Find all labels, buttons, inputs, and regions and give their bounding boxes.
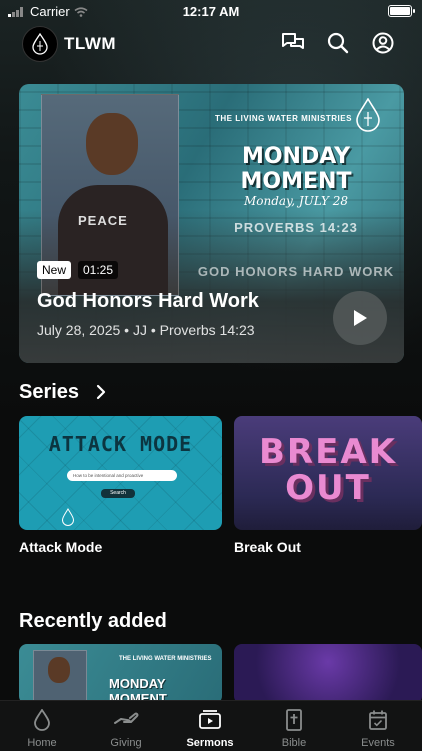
recent-item-card[interactable]: THE LIVING WATER MINISTRIES MONDAY MOMEN… bbox=[19, 644, 222, 704]
giving-hand-icon bbox=[84, 709, 168, 731]
play-button[interactable] bbox=[333, 291, 387, 345]
featured-sermon-title: God Honors Hard Work bbox=[37, 290, 259, 312]
artwork-subtitle: GOD HONORS HARD WORK bbox=[197, 264, 395, 279]
tab-events[interactable]: Events bbox=[336, 701, 420, 751]
app-header: TLWM bbox=[0, 24, 422, 64]
recent-item-card[interactable] bbox=[234, 644, 422, 704]
drop-logo-icon bbox=[32, 33, 48, 55]
artwork-search-bar: How to be intentional and proactive bbox=[67, 470, 177, 481]
tab-bible[interactable]: Bible bbox=[252, 701, 336, 751]
tab-sermons[interactable]: Sermons bbox=[168, 701, 252, 751]
tab-bar: Home Giving Sermons Bible Events bbox=[0, 700, 422, 751]
duration-badge: 01:25 bbox=[78, 261, 119, 279]
featured-sermon-card[interactable]: PEACE THE LIVING WATER MINISTRIES MONDAY… bbox=[19, 84, 404, 363]
series-card-attack-mode[interactable]: ATTACK MODE How to be intentional and pr… bbox=[19, 416, 222, 530]
artwork-verse: PROVERBS 14:23 bbox=[234, 220, 358, 235]
calendar-icon bbox=[336, 709, 420, 731]
drop-icon bbox=[0, 709, 84, 731]
artwork-title: MONDAY MOMENT bbox=[240, 144, 352, 194]
series-artwork-title-line2: OUT bbox=[285, 468, 371, 508]
bible-icon bbox=[252, 709, 336, 731]
shirt-text: PEACE bbox=[78, 213, 128, 228]
play-box-icon bbox=[168, 709, 252, 731]
search-icon[interactable] bbox=[325, 30, 351, 56]
series-artwork-title-line1: BREAK bbox=[259, 432, 397, 472]
series-label[interactable]: Break Out bbox=[234, 539, 301, 555]
profile-icon[interactable] bbox=[370, 30, 396, 56]
tab-label: Giving bbox=[110, 737, 142, 749]
drop-logo-icon bbox=[355, 97, 381, 137]
artwork-search-button: Search bbox=[101, 489, 135, 498]
app-title: TLWM bbox=[64, 34, 117, 53]
artwork-ministry-name: THE LIVING WATER MINISTRIES bbox=[215, 114, 352, 123]
artwork-date: Monday, JULY 28 bbox=[243, 194, 349, 208]
series-card-break-out[interactable]: BREAK OUT bbox=[234, 416, 422, 530]
recently-added-heading: Recently added bbox=[19, 610, 167, 632]
featured-sermon-meta: July 28, 2025 • JJ • Proverbs 14:23 bbox=[37, 322, 255, 338]
tab-label: Events bbox=[361, 737, 395, 749]
clock: 12:17 AM bbox=[182, 4, 240, 19]
chat-icon[interactable] bbox=[280, 30, 306, 56]
speaker-photo bbox=[33, 650, 87, 704]
tab-home[interactable]: Home bbox=[0, 701, 84, 751]
tab-label: Sermons bbox=[186, 737, 234, 749]
tab-label: Home bbox=[27, 737, 57, 749]
new-badge: New bbox=[37, 261, 72, 279]
series-heading[interactable]: Series bbox=[19, 381, 79, 404]
tab-label: Bible bbox=[281, 737, 307, 749]
artwork-ministry-name: THE LIVING WATER MINISTRIES bbox=[119, 656, 212, 662]
status-bar: Carrier 12:17 AM bbox=[0, 0, 422, 22]
series-artwork-title: ATTACK MODE bbox=[48, 432, 193, 456]
chevron-right-icon[interactable] bbox=[95, 384, 107, 405]
battery-icon bbox=[388, 5, 415, 17]
play-icon bbox=[354, 310, 367, 326]
tab-giving[interactable]: Giving bbox=[84, 701, 168, 751]
series-label[interactable]: Attack Mode bbox=[19, 539, 102, 555]
drop-logo-icon bbox=[61, 508, 75, 526]
app-logo[interactable] bbox=[22, 26, 58, 62]
